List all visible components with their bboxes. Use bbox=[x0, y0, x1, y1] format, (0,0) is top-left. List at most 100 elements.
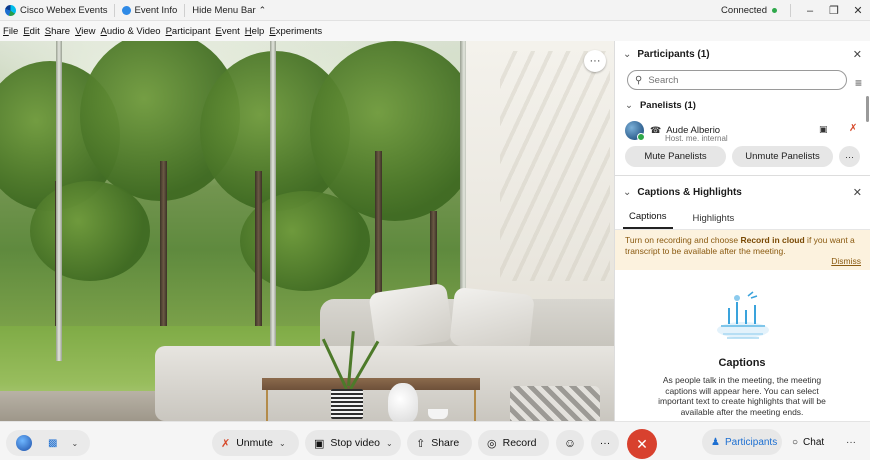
avatar bbox=[625, 120, 645, 141]
menu-file[interactable]: File bbox=[3, 26, 18, 37]
close-icon: ✕ bbox=[636, 435, 648, 452]
tree-canopy bbox=[310, 41, 480, 221]
wall-shadow bbox=[500, 51, 610, 281]
captions-tabs: Captions Highlights bbox=[615, 206, 870, 230]
chevron-down-icon: ⌄ bbox=[623, 49, 632, 60]
recording-notice: Turn on recording and choose Record in c… bbox=[615, 230, 870, 270]
camera-icon[interactable]: ▣ bbox=[819, 124, 828, 135]
participant-row[interactable]: ☎ Aude Alberio Host, me, internal ▣ ✗ bbox=[615, 117, 870, 143]
tree-canopy bbox=[30, 181, 150, 281]
more-options-button[interactable]: ··· bbox=[840, 429, 862, 455]
chevron-down-icon: ⌄ bbox=[623, 186, 632, 198]
plant-pot bbox=[331, 389, 363, 419]
menu-help[interactable]: Help bbox=[245, 26, 265, 37]
menu-event[interactable]: Event bbox=[215, 26, 239, 37]
camera-icon: ▣ bbox=[314, 437, 325, 450]
participants-search[interactable]: ⚲ bbox=[627, 70, 847, 90]
share-button[interactable]: ⇧ Share bbox=[407, 430, 472, 456]
panelist-actions: Mute Panelists Unmute Panelists ··· bbox=[615, 146, 870, 167]
chevron-down-icon: ⌄ bbox=[625, 99, 633, 111]
unmute-button[interactable]: ✗ Unmute ⌄ bbox=[212, 430, 299, 456]
unmute-panelists-button[interactable]: Unmute Panelists bbox=[732, 146, 833, 167]
hide-menu-bar-button[interactable]: Hide Menu Bar ⌃ bbox=[192, 5, 266, 16]
chevron-down-icon[interactable]: ⌄ bbox=[386, 439, 393, 448]
leave-meeting-button[interactable]: ✕ bbox=[627, 429, 657, 459]
participants-button[interactable]: ♟ Participants bbox=[702, 429, 782, 455]
search-icon: ⚲ bbox=[635, 74, 643, 86]
tab-captions[interactable]: Captions bbox=[623, 211, 673, 229]
window-mullion bbox=[270, 41, 276, 361]
vase bbox=[388, 383, 418, 421]
sort-list-icon[interactable]: ≡ bbox=[855, 76, 862, 90]
captions-cc-icon[interactable]: ▩ bbox=[48, 438, 57, 449]
title-bar: Cisco Webex Events Event Info Hide Menu … bbox=[0, 0, 870, 21]
participants-label: Participants bbox=[724, 436, 778, 448]
app-name: Cisco Webex Events bbox=[20, 4, 108, 16]
stop-video-label: Stop video bbox=[330, 437, 381, 449]
participants-header[interactable]: ⌄ Participants (1) ✕ bbox=[615, 41, 870, 68]
mute-panelists-button[interactable]: Mute Panelists bbox=[625, 146, 726, 167]
tab-highlights[interactable]: Highlights bbox=[687, 213, 741, 229]
participant-role: Host, me, internal bbox=[665, 134, 728, 141]
webex-logo-icon bbox=[5, 4, 16, 16]
cushion bbox=[368, 282, 454, 352]
window-mullion bbox=[56, 41, 62, 361]
webex-assistant-icon bbox=[16, 435, 32, 451]
info-icon bbox=[122, 5, 132, 15]
record-button[interactable]: ◎ Record bbox=[478, 430, 549, 456]
menu-share[interactable]: Share bbox=[45, 26, 70, 37]
window-controls: Connected – ❐ ✕ bbox=[721, 0, 870, 21]
divider bbox=[114, 3, 116, 17]
share-label: Share bbox=[431, 437, 460, 449]
mic-muted-icon: ✗ bbox=[221, 437, 231, 450]
share-icon: ⇧ bbox=[416, 437, 426, 450]
close-icon[interactable]: ✕ bbox=[846, 4, 870, 17]
coffee-table bbox=[262, 378, 480, 390]
reactions-button[interactable]: ☺ bbox=[556, 430, 584, 456]
more-options-button[interactable]: ··· bbox=[839, 146, 860, 167]
minimize-icon[interactable]: – bbox=[798, 5, 822, 17]
captions-header[interactable]: ⌄ Captions & Highlights ✕ bbox=[615, 178, 870, 206]
divider bbox=[615, 175, 870, 176]
menu-participant[interactable]: Participant bbox=[166, 26, 211, 37]
connection-status: Connected bbox=[721, 5, 767, 16]
panelists-header[interactable]: ⌄ Panelists (1) bbox=[615, 93, 870, 117]
video-stage bbox=[0, 41, 614, 421]
app-switcher[interactable]: ▩ ⌄ bbox=[6, 430, 90, 456]
event-info-button[interactable]: Event Info bbox=[122, 5, 177, 16]
close-icon[interactable]: ✕ bbox=[853, 48, 862, 61]
notice-text-bold: Record in cloud bbox=[740, 235, 805, 245]
captions-title: Captions & Highlights bbox=[637, 186, 742, 198]
throw-blanket bbox=[510, 386, 600, 421]
chevron-down-icon[interactable]: ⌄ bbox=[71, 439, 78, 448]
chat-bubble-icon: ○ bbox=[792, 436, 799, 448]
more-icon: ··· bbox=[599, 437, 611, 449]
captions-empty-title: Captions bbox=[718, 357, 766, 369]
cushion bbox=[449, 286, 535, 354]
menu-view[interactable]: View bbox=[75, 26, 95, 37]
menu-experiments[interactable]: Experiments bbox=[269, 26, 322, 37]
divider bbox=[184, 3, 186, 17]
search-input[interactable] bbox=[648, 74, 799, 86]
mic-muted-icon[interactable]: ✗ bbox=[849, 123, 857, 134]
close-icon[interactable]: ✕ bbox=[853, 186, 862, 199]
captions-empty-description: As people talk in the meeting, the meeti… bbox=[658, 375, 826, 417]
video-more-options-button[interactable]: ··· bbox=[584, 50, 606, 72]
smiley-icon: ☺ bbox=[563, 436, 577, 450]
stop-video-button[interactable]: ▣ Stop video ⌄ bbox=[305, 430, 401, 456]
cup bbox=[428, 409, 448, 419]
captions-illustration-icon bbox=[717, 291, 769, 339]
restore-icon[interactable]: ❐ bbox=[822, 4, 846, 17]
table-leg bbox=[266, 390, 268, 421]
menu-audio-video[interactable]: Audio & Video bbox=[101, 26, 161, 37]
headset-icon: ☎ bbox=[650, 124, 662, 135]
chevron-down-icon[interactable]: ⌄ bbox=[279, 439, 286, 448]
chat-button[interactable]: ○ Chat bbox=[786, 429, 836, 455]
more-options-button[interactable]: ··· bbox=[591, 430, 619, 456]
chevron-up-icon: ⌃ bbox=[258, 4, 267, 15]
menu-edit[interactable]: Edit bbox=[23, 26, 39, 37]
dismiss-link[interactable]: Dismiss bbox=[831, 256, 861, 267]
unmute-label: Unmute bbox=[236, 437, 273, 449]
notice-text-prefix: Turn on recording and choose bbox=[625, 235, 741, 245]
menu-bar: File Edit Share View Audio & Video Parti… bbox=[0, 21, 870, 41]
